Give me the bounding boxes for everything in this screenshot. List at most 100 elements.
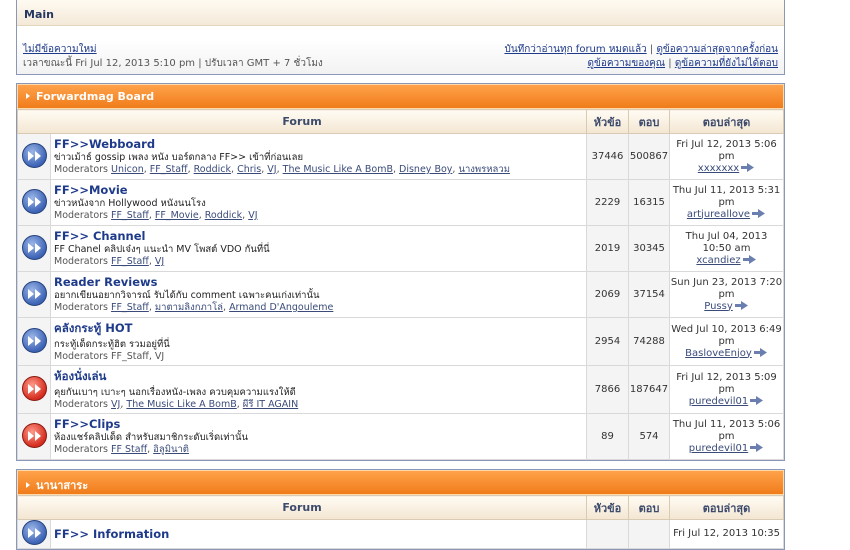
last-post-date: Sun Jun 23, 2013 7:20 pm (670, 276, 783, 300)
post-count: 16315 (628, 179, 670, 226)
view-latest-post-icon[interactable] (748, 442, 764, 454)
moderator-link[interactable]: FF_Staff (150, 164, 188, 175)
col-forum: Forum (17, 109, 587, 134)
col-last-post: ตอบล่าสุด (669, 109, 784, 134)
mark-all-read-link[interactable]: บันทึกว่าอ่านทุก forum หมดแล้ว (504, 44, 646, 55)
forum-link[interactable]: FF>>Clips (54, 417, 120, 431)
category-box: Forwardmag Board Forum หัวข้อ ตอบ ตอบล่าสุด F… (16, 83, 785, 461)
last-post-date: Wed Jul 10, 2013 6:49 pm (671, 323, 782, 347)
moderator-link[interactable]: อิลูมินาติ (153, 444, 189, 455)
posts-since-last-visit-link[interactable]: ดูข้อความล่าสุดจากครั้งก่อน (656, 44, 778, 55)
last-post-date: Fri Jul 12, 2013 10:35 (673, 528, 780, 539)
moderator-link[interactable]: Chris (237, 164, 261, 175)
post-count: 37154 (628, 271, 670, 318)
last-post-user-link[interactable]: puredevil01 (689, 443, 748, 454)
moderators-line: Moderators FF_Staff, มาตามลิงกภาโล่, Arm… (54, 302, 334, 313)
forum-table: Forum หัวข้อ ตอบ ตอบล่าสุด FF>> Information F… (17, 495, 784, 549)
moderator-link[interactable]: FF_Staff (111, 210, 149, 221)
moderator-link[interactable]: VJ (248, 210, 257, 221)
topic-count (586, 519, 629, 549)
forum-row: FF>>Webboard ข่าวเม้าธ์ gossip เพลง หนัง … (17, 133, 784, 180)
col-topics: หัวข้อ (586, 495, 629, 520)
last-post-user-link[interactable]: puredevil01 (689, 396, 748, 407)
view-latest-post-icon[interactable] (750, 208, 766, 220)
post-count: 30345 (628, 225, 670, 272)
moderator-link[interactable]: มาตามลิงกภาโล่ (155, 302, 223, 313)
category-title: นานาสาระ (36, 479, 89, 492)
forum-description: ห้องแชร์คลิปเด็ด สำหรับสมาชิกระดับเริ่ดเ… (54, 432, 248, 443)
moderator-link[interactable]: Roddick (194, 164, 231, 175)
moderators-label: Moderators (54, 210, 109, 221)
topic-count: 2069 (586, 271, 629, 318)
view-latest-post-icon[interactable] (733, 300, 749, 312)
col-last-post: ตอบล่าสุด (669, 495, 784, 520)
view-latest-post-icon[interactable] (752, 347, 768, 359)
moderator-link[interactable]: นางพรหลวม (458, 164, 510, 175)
moderator-link[interactable]: FF Staff (111, 444, 147, 455)
moderator-link[interactable]: VJ (111, 399, 120, 410)
moderators-line: Moderators Unicon, FF_Staff, Roddick, Ch… (54, 164, 510, 175)
forum-description: FF Chanel คลิปเจ๋งๆ แนะนำ MV โพสต์ VDO ก… (54, 244, 270, 255)
last-post-cell: Thu Jul 04, 2013 10:50 am xcandiez (669, 225, 784, 272)
last-post-date: Fri Jul 12, 2013 5:09 pm (676, 371, 777, 395)
forum-row: FF>> Channel FF Chanel คลิปเจ๋งๆ แนะนำ MV… (17, 225, 784, 272)
your-posts-link[interactable]: ดูข้อความของคุณ (588, 58, 666, 69)
last-post-user-link[interactable]: xcandiez (696, 255, 740, 266)
main-breadcrumb[interactable]: Main (17, 0, 784, 26)
forum-link[interactable]: FF>> Information (54, 527, 169, 541)
forum-link[interactable]: FF>>Webboard (54, 137, 155, 151)
moderator-link[interactable]: Unicon (111, 164, 144, 175)
topic-count: 2229 (586, 179, 629, 226)
moderator-link[interactable]: The Music Like A BomB (283, 164, 393, 175)
last-post-user-link[interactable]: BasloveEnjoy (685, 348, 752, 359)
moderator-link[interactable]: Armand D'Angouleme (229, 302, 333, 313)
moderators-label: Moderators (54, 351, 109, 362)
unanswered-posts-link[interactable]: ดูข้อความที่ยังไม่ได้ตอบ (675, 58, 778, 69)
view-latest-post-icon[interactable] (741, 254, 757, 266)
forum-row: FF>> Information Fri Jul 12, 2013 10:35 (17, 519, 784, 549)
last-post-user-link[interactable]: Pussy (704, 301, 733, 312)
post-count: 74288 (628, 317, 670, 366)
forum-link[interactable]: FF>> Channel (54, 229, 146, 243)
category-box: นานาสาระ Forum หัวข้อ ตอบ ตอบล่าสุด FF>> Info… (16, 469, 785, 550)
moderator-link[interactable]: VJ (267, 164, 276, 175)
category-header[interactable]: นานาสาระ (17, 470, 784, 495)
moderator-link[interactable]: Disney Boy (399, 164, 452, 175)
forum-link[interactable]: Reader Reviews (54, 275, 157, 289)
col-posts: ตอบ (628, 495, 670, 520)
forum-link[interactable]: ห้องนั่งเล่น (54, 369, 106, 383)
forum-status-icon (21, 327, 47, 353)
separator: | (668, 58, 672, 69)
last-post-cell: Wed Jul 10, 2013 6:49 pm BasloveEnjoy (669, 317, 784, 366)
moderator-link[interactable]: FF_Staff (111, 302, 149, 313)
topic-count: 2019 (586, 225, 629, 272)
forum-status-icon (21, 375, 47, 401)
moderators-label: Moderators (54, 399, 109, 410)
no-new-posts-link[interactable]: ไม่มีข้อความใหม่ (23, 42, 97, 57)
view-latest-post-icon[interactable] (748, 395, 764, 407)
col-posts: ตอบ (628, 109, 670, 134)
moderator-link[interactable]: FF_Movie (155, 210, 199, 221)
forum-description: คุยกันเบาๆ เบาะๆ นอกเรื่องหนัง-เพลง ควบค… (54, 387, 296, 398)
moderators-text: FF_Staff, VJ (111, 351, 165, 362)
forum-link[interactable]: FF>>Movie (54, 183, 128, 197)
info-row: ไม่มีข้อความใหม่ เวลาขณะนี้ Fri Jul 12, … (17, 40, 784, 74)
moderator-link[interactable]: VJ (155, 256, 164, 267)
moderators-label: Moderators (54, 256, 109, 267)
last-post-user-link[interactable]: artjureallove (687, 209, 750, 220)
forum-description: อยากเขียนอยากวิจารณ์ รับได้กับ comment เ… (54, 290, 320, 301)
moderators-line: Moderators FF Staff, อิลูมินาติ (54, 444, 189, 455)
forum-row: ห้องนั่งเล่นคุยกันเบาๆ เบาะๆ นอกเรื่องหน… (17, 365, 784, 414)
last-post-user-link[interactable]: xxxxxxx (698, 163, 739, 174)
topic-count: 37446 (586, 133, 629, 180)
category-header[interactable]: Forwardmag Board (17, 84, 784, 109)
moderators-line: Moderators FF_Staff, FF_Movie, Roddick, … (54, 210, 258, 221)
moderator-link[interactable]: Roddick (205, 210, 242, 221)
last-post-date: Thu Jul 11, 2013 5:31 pm (672, 184, 781, 208)
forum-link[interactable]: คลังกระทู้ HOT (54, 321, 133, 335)
moderator-link[interactable]: FF_Staff (111, 256, 149, 267)
moderators-line: Moderators FF_Staff, VJ (54, 256, 165, 267)
view-latest-post-icon[interactable] (739, 162, 755, 174)
moderator-link[interactable]: The Music Like A BomB (126, 399, 236, 410)
moderator-link[interactable]: ผีรี IT AGAIN (243, 399, 298, 410)
